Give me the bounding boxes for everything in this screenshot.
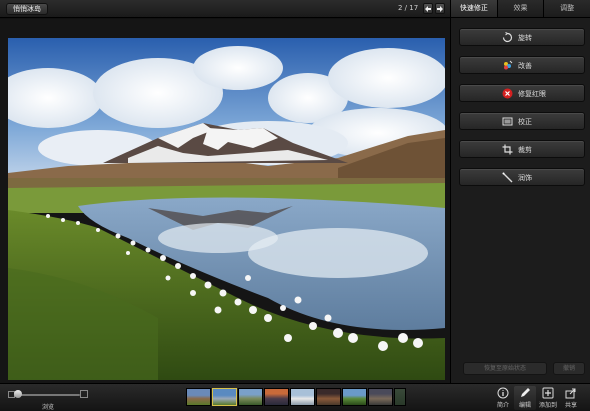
crop-icon bbox=[502, 144, 513, 155]
tab-effects[interactable]: 效果 bbox=[497, 0, 545, 17]
red-eye-label: 修复红眼 bbox=[518, 90, 546, 98]
photo-counter: 2 / 17 bbox=[398, 4, 419, 12]
info-button[interactable]: 简介 bbox=[492, 386, 514, 410]
thumbnail[interactable] bbox=[316, 388, 341, 406]
share-label: 共享 bbox=[564, 402, 577, 409]
thumbnail-selected[interactable] bbox=[212, 388, 237, 406]
rotate-icon bbox=[502, 32, 513, 43]
share-button[interactable]: 共享 bbox=[560, 386, 582, 410]
tab-adjust[interactable]: 调整 bbox=[544, 0, 590, 17]
thumbnail[interactable] bbox=[290, 388, 315, 406]
straighten-icon bbox=[502, 116, 513, 127]
retouch-button[interactable]: 润饰 bbox=[459, 168, 585, 186]
main-photo[interactable] bbox=[8, 38, 445, 380]
edit-label: 编辑 bbox=[518, 402, 531, 409]
straighten-label: 校正 bbox=[518, 118, 532, 126]
add-to-label: 添加到 bbox=[538, 402, 557, 409]
album-back-button[interactable]: 悄悄冰岛 bbox=[6, 3, 48, 15]
retouch-icon bbox=[502, 172, 513, 183]
arrow-left-icon bbox=[425, 6, 431, 12]
edit-tabs: 快速修正 效果 调整 bbox=[451, 0, 590, 18]
tab-quick-fix[interactable]: 快速修正 bbox=[451, 0, 498, 17]
thumbnail[interactable] bbox=[342, 388, 367, 406]
thumbnail[interactable] bbox=[368, 388, 393, 406]
zoom-slider-track[interactable] bbox=[18, 394, 80, 396]
rotate-label: 旋转 bbox=[518, 34, 532, 42]
thumbnail[interactable] bbox=[394, 388, 406, 406]
red-eye-button[interactable]: 修复红眼 bbox=[459, 84, 585, 102]
retouch-label: 润饰 bbox=[518, 174, 532, 182]
straighten-button[interactable]: 校正 bbox=[459, 112, 585, 130]
thumbnail[interactable] bbox=[238, 388, 263, 406]
top-toolbar: 悄悄冰岛 2 / 17 bbox=[0, 0, 450, 18]
restore-original-button[interactable]: 恢复至原始状态 bbox=[463, 362, 547, 375]
enhance-button[interactable]: 改善 bbox=[459, 56, 585, 74]
thumbnail[interactable] bbox=[186, 388, 211, 406]
edit-icon bbox=[521, 388, 530, 397]
browse-label[interactable]: 浏览 bbox=[42, 402, 54, 411]
red-eye-icon bbox=[502, 88, 513, 99]
add-to-button[interactable]: 添加到 bbox=[537, 386, 559, 410]
enhance-icon bbox=[502, 60, 513, 71]
enhance-label: 改善 bbox=[518, 62, 532, 70]
undo-button[interactable]: 撤销 bbox=[553, 362, 585, 375]
thumbnail-strip bbox=[186, 388, 406, 408]
zoom-in-icon[interactable] bbox=[80, 390, 88, 398]
share-icon bbox=[565, 388, 576, 399]
zoom-slider-knob[interactable] bbox=[14, 390, 22, 398]
crop-label: 裁剪 bbox=[518, 146, 532, 154]
rotate-button[interactable]: 旋转 bbox=[459, 28, 585, 46]
next-photo-button[interactable] bbox=[435, 3, 445, 14]
bottom-toolbar: 浏览 简介 编辑 添加到 共享 bbox=[0, 383, 590, 411]
crop-button[interactable]: 裁剪 bbox=[459, 140, 585, 158]
arrow-right-icon bbox=[437, 6, 443, 12]
thumbnail[interactable] bbox=[264, 388, 289, 406]
add-to-icon bbox=[542, 387, 554, 399]
info-label: 简介 bbox=[496, 402, 509, 409]
previous-photo-button[interactable] bbox=[423, 3, 433, 14]
photo-stage bbox=[0, 19, 450, 383]
edit-panel: 快速修正 效果 调整 旋转 改善 修复红眼 校正 裁剪 润饰 恢复至原始状态 撤… bbox=[450, 0, 590, 383]
edit-button[interactable]: 编辑 bbox=[514, 386, 536, 410]
info-icon bbox=[497, 387, 509, 399]
